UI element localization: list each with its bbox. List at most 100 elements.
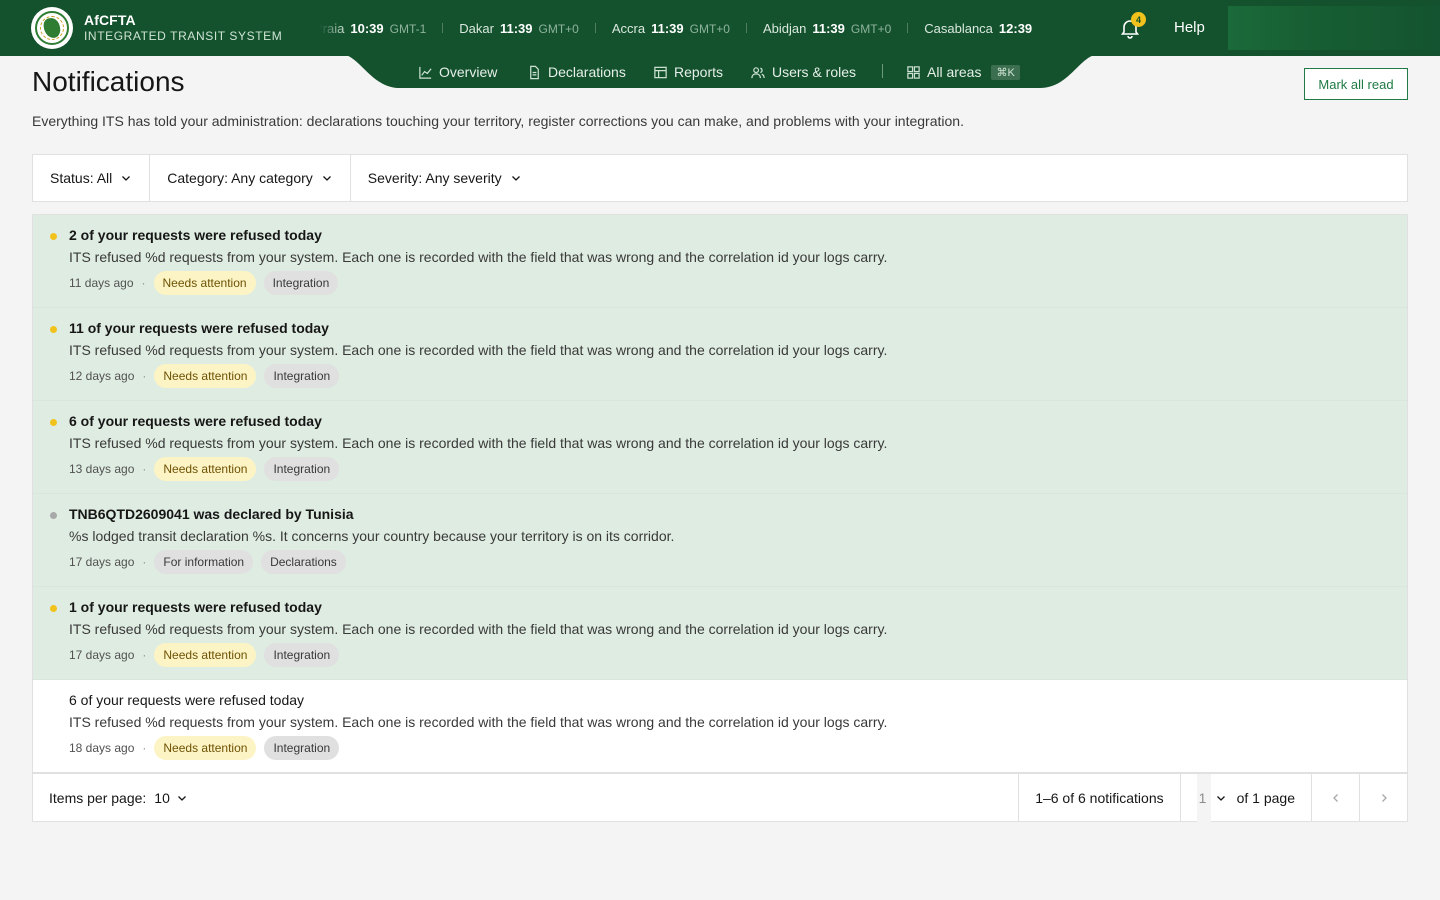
chevron-down-icon: [322, 176, 331, 181]
notification-time: 11 days ago: [69, 276, 134, 290]
help-link[interactable]: Help: [1174, 19, 1205, 36]
pagination-range: 1–6 of 6 notifications: [1018, 774, 1179, 821]
table-icon: [654, 66, 667, 78]
items-per-page-label: Items per page:: [49, 789, 147, 806]
notification-body: ITS refused %d requests from your system…: [69, 249, 888, 265]
unread-indicator: [50, 605, 57, 612]
filter-bar: Status: All Category: Any category Sever…: [32, 154, 1408, 202]
notification-row[interactable]: 1 of your requests were refused today ITS…: [33, 587, 1407, 680]
items-per-page-select[interactable]: 10: [154, 790, 188, 806]
brand-name: AfCFTA: [84, 12, 136, 28]
notification-row[interactable]: 2 of your requests were refused today ITS…: [33, 215, 1407, 308]
nav-all-areas[interactable]: All areas ⌘K: [906, 62, 1020, 82]
category-tag: Integration: [264, 643, 340, 667]
user-menu[interactable]: [1228, 6, 1440, 50]
clock-casablanca: Casablanca 12:39: [924, 21, 1032, 36]
page-number-select[interactable]: 1 of 1 page: [1179, 773, 1311, 822]
grid-icon: [907, 65, 920, 79]
category-tag: Integration: [263, 271, 339, 295]
total-pages: of 1 page: [1236, 789, 1295, 806]
clock-time: 10:39: [350, 20, 384, 36]
notification-title: 2 of your requests were refused today: [69, 227, 322, 243]
chevron-down-icon: [511, 176, 520, 181]
notification-body: %s lodged transit declaration %s. It con…: [69, 528, 675, 544]
notification-row[interactable]: 6 of your requests were refused today ITS…: [33, 401, 1407, 494]
category-tag: Declarations: [261, 550, 346, 574]
notification-meta: 13 days ago · Needs attention Integration: [69, 457, 347, 481]
page-title: Notifications: [32, 66, 185, 97]
pagination: Items per page: 10 1–6 of 6 notification…: [33, 773, 1407, 822]
notification-time: 18 days ago: [69, 741, 135, 755]
notification-row[interactable]: 11 of your requests were refused today IT…: [33, 308, 1407, 401]
severity-tag: For information: [154, 550, 254, 574]
notification-meta: 12 days ago · Needs attention Integration: [69, 364, 347, 388]
notification-time: 17 days ago: [69, 555, 135, 569]
severity-tag: Needs attention: [154, 643, 257, 667]
clock-time: 11:39: [651, 20, 684, 36]
clock-timezone: GMT+0: [850, 21, 892, 36]
notification-meta: 17 days ago · For information Declarations: [69, 550, 354, 574]
notification-time: 12 days ago: [69, 369, 135, 383]
notification-title: 11 of your requests were refused today: [69, 320, 329, 336]
clock-time: 11:39: [499, 20, 533, 36]
severity-tag: Needs attention: [154, 736, 257, 760]
command-k-shortcut: ⌘K: [991, 64, 1020, 80]
category-tag: Integration: [264, 457, 340, 481]
chevron-down-icon: [1216, 795, 1225, 801]
clock-timezone: GMT+0: [538, 21, 579, 36]
notification-body: ITS refused %d requests from your system…: [69, 621, 888, 637]
clock-dakar: Dakar 11:39 GMT+0: [459, 21, 579, 36]
unread-indicator: [50, 419, 57, 426]
unread-indicator: [50, 326, 57, 333]
category-tag: Integration: [264, 364, 340, 388]
top-header: AfCFTA INTEGRATED TRANSIT SYSTEM Praia10…: [0, 0, 1440, 56]
clock-time: 11:39: [812, 20, 845, 36]
clock-accra: Accra 11:39 GMT+0: [612, 21, 730, 36]
notification-time: 17 days ago: [69, 648, 135, 662]
notification-list: 2 of your requests were refused today ITS…: [32, 214, 1408, 822]
severity-filter[interactable]: Severity: Any severity: [351, 155, 539, 201]
notification-body: ITS refused %d requests from your system…: [69, 714, 888, 730]
category-tag: Integration: [264, 736, 340, 760]
chevron-down-icon: [177, 795, 186, 801]
nav-users-roles[interactable]: Users & roles: [750, 62, 856, 82]
previous-page-button[interactable]: [1311, 774, 1359, 821]
severity-tag: Needs attention: [154, 457, 257, 481]
notification-body: ITS refused %d requests from your system…: [69, 342, 888, 358]
notification-title: 6 of your requests were refused today: [69, 692, 305, 708]
unread-indicator: [50, 512, 57, 519]
clock-timezone: GMT-1: [389, 21, 427, 36]
clock-city: Casablanca: [924, 20, 993, 36]
notification-time: 13 days ago: [69, 462, 135, 476]
category-filter[interactable]: Category: Any category: [150, 155, 351, 201]
chevron-down-icon: [122, 176, 131, 181]
page-description: Everything ITS has told your administrat…: [32, 113, 964, 129]
nav-declarations[interactable]: Declarations: [527, 62, 626, 82]
notification-title: 1 of your requests were refused today: [69, 599, 322, 615]
notification-meta: 11 days ago · Needs attention Integration: [69, 271, 346, 295]
mark-all-read-button[interactable]: Mark all read: [1304, 68, 1408, 100]
status-filter[interactable]: Status: All: [33, 155, 151, 201]
notification-meta: 17 days ago · Needs attention Integration: [69, 643, 347, 667]
nav-overview[interactable]: Overview: [418, 62, 497, 82]
notification-meta: 18 days ago · Needs attention Integration: [69, 736, 347, 760]
clock-timezone: GMT+0: [689, 21, 730, 36]
chevron-right-icon: [1381, 793, 1387, 802]
notification-count-badge: 4: [1131, 12, 1146, 27]
users-icon: [751, 66, 765, 78]
next-page-button[interactable]: [1359, 774, 1407, 821]
world-clocks: Praia10:39GMT-1Dakar11:39GMT+0Accra11:39…: [320, 0, 1080, 56]
severity-tag: Needs attention: [154, 364, 257, 388]
unread-indicator: [50, 233, 57, 240]
afcfta-logo[interactable]: [31, 7, 73, 49]
notification-title: TNB6QTD2609041 was declared by Tunisia: [69, 506, 354, 522]
notification-row[interactable]: 6 of your requests were refused today ITS…: [33, 680, 1407, 773]
nav-reports[interactable]: Reports: [653, 62, 723, 82]
brand-subtitle: INTEGRATED TRANSIT SYSTEM: [84, 29, 283, 43]
clock-city: Accra: [611, 20, 646, 36]
document-icon: [530, 65, 539, 79]
clock-city: Abidjan: [762, 20, 807, 36]
clock-city: Dakar: [459, 20, 494, 36]
notification-title: 6 of your requests were refused today: [69, 413, 322, 429]
notification-row[interactable]: TNB6QTD2609041 was declared by Tunisia %s…: [33, 494, 1407, 587]
